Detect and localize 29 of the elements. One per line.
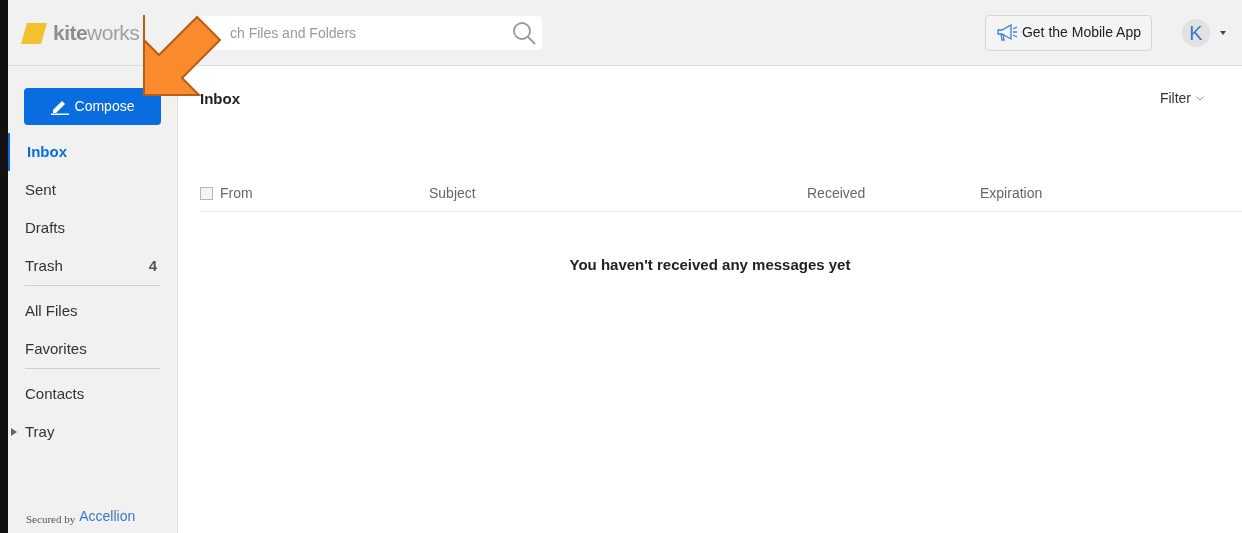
sidebar-item[interactable]: Trash 4 [8, 247, 177, 285]
search-icon [511, 19, 537, 46]
sidebar-item[interactable]: Favorites [8, 330, 160, 368]
column-header[interactable]: Expiration [980, 185, 1043, 201]
secured-by-text: Secured by [26, 511, 76, 527]
megaphone-icon [995, 23, 1018, 42]
column-header[interactable]: Subject [429, 185, 476, 201]
sidebar-item[interactable]: Sent [8, 171, 177, 209]
search-field[interactable]: ch Files and Folders [192, 15, 542, 50]
sidebar-item[interactable]: Tray [8, 413, 160, 451]
pencil-icon [50, 98, 69, 115]
select-all-checkbox[interactable] [200, 187, 213, 200]
item-count: 4 [148, 255, 157, 276]
expand-triangle-icon[interactable] [11, 428, 17, 436]
empty-message: You haven't received any messages yet [569, 255, 851, 276]
logo-text: kiteworks [53, 19, 140, 46]
sidebar-item[interactable]: Inbox [8, 133, 177, 171]
chevron-icon [1196, 95, 1204, 101]
sidebar-item[interactable]: All Files [8, 292, 160, 330]
compose-button[interactable]: Compose [24, 88, 161, 125]
mobile-app-button[interactable]: Get the Mobile App [984, 14, 1152, 51]
caret-icon[interactable] [1220, 30, 1226, 35]
sidebar-item[interactable]: Drafts [8, 209, 177, 247]
filter-dropdown[interactable]: Filter [1159, 87, 1204, 109]
accellion-logo: Accellion [79, 507, 136, 526]
column-header[interactable]: From [220, 185, 253, 201]
column-header[interactable]: Received [807, 185, 866, 201]
sidebar-item[interactable]: Contacts [8, 375, 160, 413]
page-title: Inbox [200, 88, 240, 109]
